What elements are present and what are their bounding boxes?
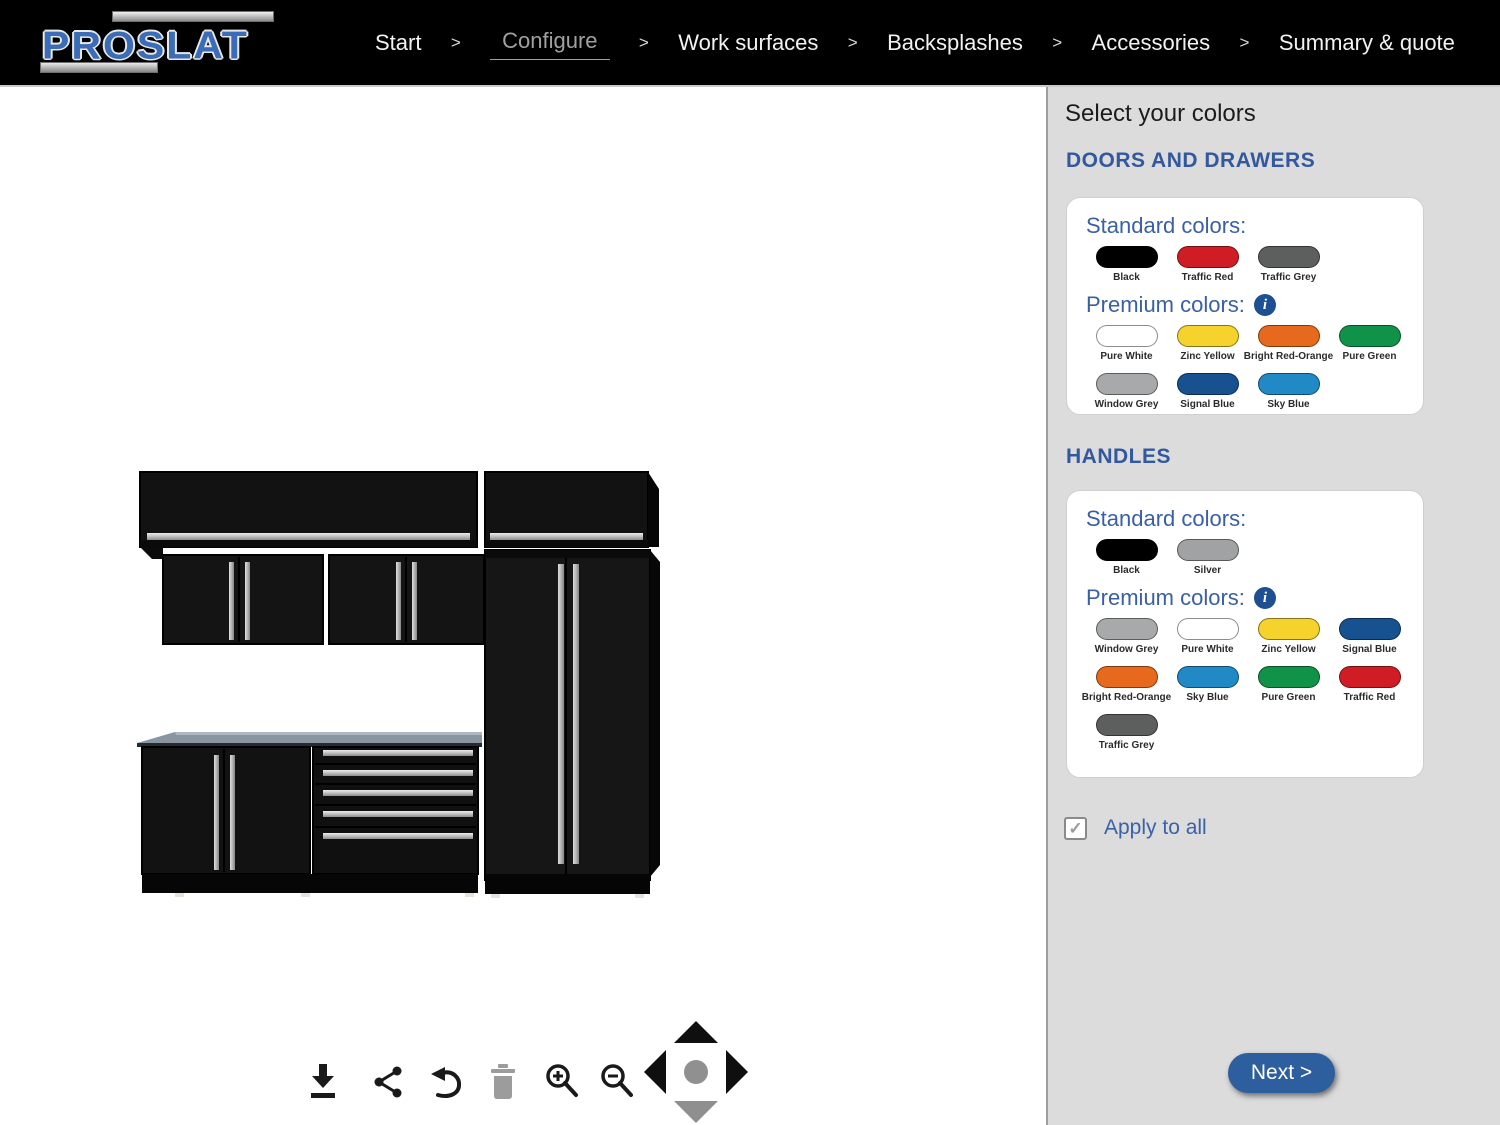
doors-standard-row: Black Traffic Red Traffic Grey xyxy=(1086,246,1423,283)
color-pill[interactable] xyxy=(1096,714,1158,736)
swatch-black[interactable]: Black xyxy=(1086,539,1167,576)
breadcrumb-work-surfaces[interactable]: Work surfaces xyxy=(678,30,818,56)
premium-colors-label: Premium colors: i xyxy=(1086,292,1423,318)
color-pill[interactable] xyxy=(1258,618,1320,640)
breadcrumb-separator: > xyxy=(639,33,649,53)
breadcrumb-backsplashes[interactable]: Backsplashes xyxy=(887,30,1023,56)
swatch-pure-white[interactable]: Pure White xyxy=(1167,618,1248,655)
download-icon[interactable] xyxy=(306,1062,340,1100)
swatch-bright-red-orange[interactable]: Bright Red-Orange xyxy=(1086,666,1167,703)
swatch-traffic-red[interactable]: Traffic Red xyxy=(1329,666,1410,703)
standard-colors-label: Standard colors: xyxy=(1086,506,1423,532)
color-pill[interactable] xyxy=(1258,246,1320,268)
proslat-logo[interactable]: PROSLAT xyxy=(40,8,300,78)
color-pill[interactable] xyxy=(1258,666,1320,688)
pan-down-arrow-icon xyxy=(674,1101,718,1123)
breadcrumb-separator: > xyxy=(1052,33,1062,53)
checkmark-icon: ✓ xyxy=(1068,820,1082,837)
color-pill[interactable] xyxy=(1258,373,1320,395)
swatch-bright-red-orange[interactable]: Bright Red-Orange xyxy=(1248,325,1329,362)
swatch-pure-green[interactable]: Pure Green xyxy=(1329,325,1410,362)
zoom-in-icon[interactable] xyxy=(544,1062,580,1100)
breadcrumb-separator: > xyxy=(451,33,461,53)
handles-premium-row-3: Traffic Grey xyxy=(1086,714,1423,751)
info-icon[interactable]: i xyxy=(1254,294,1276,316)
color-pill[interactable] xyxy=(1177,539,1239,561)
swatch-black[interactable]: Black xyxy=(1086,246,1167,283)
swatch-traffic-grey[interactable]: Traffic Grey xyxy=(1248,246,1329,283)
color-pill[interactable] xyxy=(1096,373,1158,395)
doors-drawers-heading: DOORS AND DRAWERS xyxy=(1066,149,1315,173)
color-pill[interactable] xyxy=(1177,618,1239,640)
color-pill[interactable] xyxy=(1096,246,1158,268)
share-icon[interactable] xyxy=(372,1064,404,1100)
breadcrumb-summary-quote[interactable]: Summary & quote xyxy=(1279,30,1455,56)
breadcrumb-accessories[interactable]: Accessories xyxy=(1092,30,1211,56)
swatch-traffic-grey[interactable]: Traffic Grey xyxy=(1086,714,1167,751)
color-pill[interactable] xyxy=(1339,666,1401,688)
color-panel: Select your colors DOORS AND DRAWERS Sta… xyxy=(1046,87,1500,1125)
premium-colors-label: Premium colors: i xyxy=(1086,585,1423,611)
handles-premium-row-1: Window Grey Pure White Zinc Yellow Signa… xyxy=(1086,618,1423,655)
next-button[interactable]: Next > xyxy=(1228,1053,1335,1093)
swatch-window-grey[interactable]: Window Grey xyxy=(1086,618,1167,655)
swatch-pure-white[interactable]: Pure White xyxy=(1086,325,1167,362)
swatch-signal-blue[interactable]: Signal Blue xyxy=(1167,373,1248,410)
pan-right-arrow-icon xyxy=(726,1050,748,1094)
swatch-silver[interactable]: Silver xyxy=(1167,539,1248,576)
doors-drawers-card: Standard colors: Black Traffic Red Traff… xyxy=(1066,197,1424,415)
undo-icon[interactable] xyxy=(428,1066,464,1100)
color-pill[interactable] xyxy=(1096,539,1158,561)
handles-heading: HANDLES xyxy=(1066,445,1171,469)
breadcrumb-separator: > xyxy=(848,33,858,53)
color-pill[interactable] xyxy=(1096,618,1158,640)
logo-text: PROSLAT xyxy=(42,23,249,68)
apply-to-all-label: Apply to all xyxy=(1104,816,1207,840)
cabinet-render[interactable] xyxy=(135,467,665,912)
handles-card: Standard colors: Black Silver Premium co… xyxy=(1066,490,1424,778)
logo-bar-top xyxy=(112,11,274,22)
swatch-sky-blue[interactable]: Sky Blue xyxy=(1167,666,1248,703)
color-pill[interactable] xyxy=(1177,246,1239,268)
handles-standard-row: Black Silver xyxy=(1086,539,1423,576)
color-pill[interactable] xyxy=(1339,325,1401,347)
swatch-traffic-red[interactable]: Traffic Red xyxy=(1167,246,1248,283)
breadcrumb: Start > Configure > Work surfaces > Back… xyxy=(375,0,1455,85)
breadcrumb-configure[interactable]: Configure xyxy=(490,26,609,60)
header: PROSLAT Start > Configure > Work surface… xyxy=(0,0,1500,87)
color-pill[interactable] xyxy=(1177,666,1239,688)
color-pill[interactable] xyxy=(1096,666,1158,688)
info-icon[interactable]: i xyxy=(1254,587,1276,609)
pan-control[interactable] xyxy=(643,1020,749,1124)
swatch-zinc-yellow[interactable]: Zinc Yellow xyxy=(1167,325,1248,362)
doors-premium-row-2: Window Grey Signal Blue Sky Blue xyxy=(1086,373,1423,410)
swatch-window-grey[interactable]: Window Grey xyxy=(1086,373,1167,410)
color-pill[interactable] xyxy=(1258,325,1320,347)
breadcrumb-start[interactable]: Start xyxy=(375,30,421,56)
pan-up-arrow-icon xyxy=(674,1021,718,1043)
handles-premium-row-2: Bright Red-Orange Sky Blue Pure Green Tr… xyxy=(1086,666,1423,703)
standard-colors-label: Standard colors: xyxy=(1086,213,1423,239)
zoom-out-icon[interactable] xyxy=(599,1062,635,1100)
doors-premium-row-1: Pure White Zinc Yellow Bright Red-Orange… xyxy=(1086,325,1423,362)
pan-center-dot-icon xyxy=(684,1060,708,1084)
color-pill[interactable] xyxy=(1339,618,1401,640)
apply-to-all-checkbox[interactable]: ✓ xyxy=(1064,817,1087,840)
configurator-page: PROSLAT Start > Configure > Work surface… xyxy=(0,0,1500,1125)
color-pill[interactable] xyxy=(1177,373,1239,395)
trash-icon[interactable] xyxy=(488,1062,518,1100)
swatch-sky-blue[interactable]: Sky Blue xyxy=(1248,373,1329,410)
swatch-signal-blue[interactable]: Signal Blue xyxy=(1329,618,1410,655)
breadcrumb-separator: > xyxy=(1240,33,1250,53)
color-pill[interactable] xyxy=(1096,325,1158,347)
swatch-pure-green[interactable]: Pure Green xyxy=(1248,666,1329,703)
swatch-zinc-yellow[interactable]: Zinc Yellow xyxy=(1248,618,1329,655)
color-pill[interactable] xyxy=(1177,325,1239,347)
apply-to-all-row: ✓ Apply to all xyxy=(1064,816,1207,840)
panel-title: Select your colors xyxy=(1065,100,1256,128)
model-viewport[interactable] xyxy=(0,87,1046,1125)
pan-left-arrow-icon xyxy=(644,1050,666,1094)
